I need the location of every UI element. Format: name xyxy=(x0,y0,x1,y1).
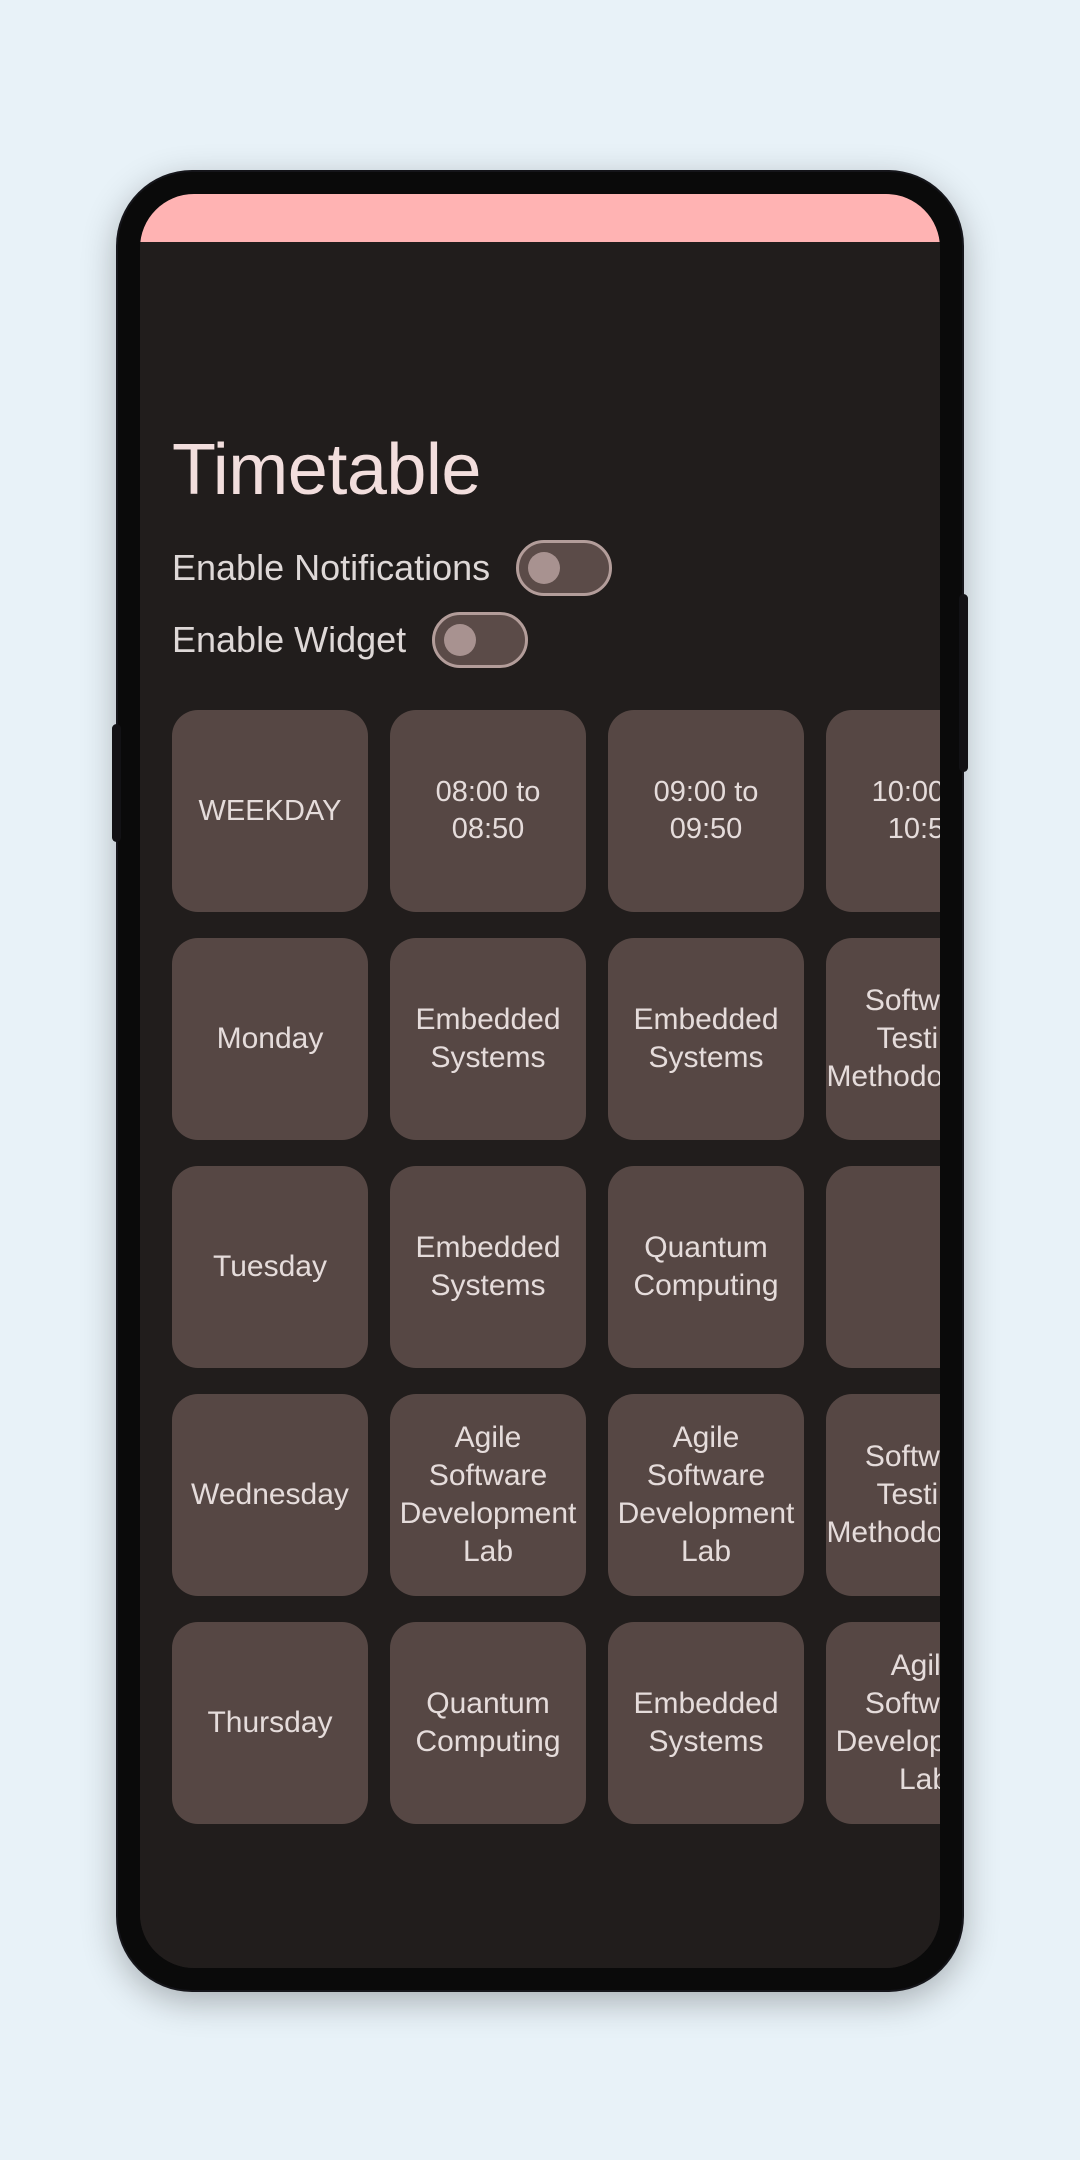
class-cell-monday-3[interactable]: Software Testing Methodologies xyxy=(826,938,940,1140)
timetable-row-tuesday: Tuesday Embedded Systems Quantum Computi… xyxy=(172,1166,940,1368)
enable-notifications-label: Enable Notifications xyxy=(172,547,491,588)
volume-button[interactable] xyxy=(112,724,121,842)
header-cell-slot-3: 10:00 to 10:50 xyxy=(826,710,940,912)
phone-screen: Timetable Enable Notifications Enable Wi… xyxy=(140,194,940,1968)
day-cell-thursday[interactable]: Thursday xyxy=(172,1622,368,1824)
class-cell-wednesday-3[interactable]: Software Testing Methodologies xyxy=(826,1394,940,1596)
cell-label: Wednesday xyxy=(191,1478,349,1512)
toggle-thumb-icon xyxy=(528,552,561,584)
timetable-row-monday: Monday Embedded Systems Embedded Systems… xyxy=(172,938,940,1140)
cell-label: Embedded Systems xyxy=(633,1687,779,1758)
cell-label: Agile Software Development Lab xyxy=(835,1649,940,1796)
enable-notifications-toggle[interactable] xyxy=(516,540,613,596)
class-cell-thursday-3[interactable]: Agile Software Development Lab xyxy=(826,1622,940,1824)
setting-row-enable-notifications[interactable]: Enable Notifications xyxy=(172,532,908,604)
class-cell-monday-1[interactable]: Embedded Systems xyxy=(390,938,586,1140)
class-cell-wednesday-1[interactable]: Agile Software Development Lab xyxy=(390,1394,586,1596)
cell-label: Tuesday xyxy=(213,1250,327,1284)
cell-label: 08:00 to 08:50 xyxy=(435,776,541,845)
cell-label: Software Testing Methodologies xyxy=(826,1440,940,1549)
cell-label: Embedded Systems xyxy=(415,1003,561,1074)
header-cell-slot-2: 09:00 to 09:50 xyxy=(608,710,804,912)
enable-widget-label: Enable Widget xyxy=(172,619,407,660)
cell-label: Agile Software Development Lab xyxy=(617,1421,795,1568)
cell-label: Quantum Computing xyxy=(633,1231,779,1302)
timetable-header-row: WEEKDAY 08:00 to 08:50 09:00 to 09:50 10… xyxy=(172,710,940,912)
class-cell-wednesday-2[interactable]: Agile Software Development Lab xyxy=(608,1394,804,1596)
settings-block: Enable Notifications Enable Widget xyxy=(140,532,940,676)
cell-label: Quantum Computing xyxy=(415,1687,561,1758)
timetable-row-thursday: Thursday Quantum Computing Embedded Syst… xyxy=(172,1622,940,1824)
status-bar xyxy=(140,194,940,242)
page-title: Timetable xyxy=(172,430,481,510)
class-cell-monday-2[interactable]: Embedded Systems xyxy=(608,938,804,1140)
app-body: Timetable Enable Notifications Enable Wi… xyxy=(140,242,940,1968)
timetable-row-wednesday: Wednesday Agile Software Development Lab… xyxy=(172,1394,940,1596)
cell-label: Agile Software Development Lab xyxy=(399,1421,577,1568)
cell-label: WEEKDAY xyxy=(198,794,342,827)
cell-label: 09:00 to 09:50 xyxy=(653,776,759,845)
header-cell-weekday: WEEKDAY xyxy=(172,710,368,912)
day-cell-wednesday[interactable]: Wednesday xyxy=(172,1394,368,1596)
power-button[interactable] xyxy=(959,594,968,772)
cell-label: Software Testing Methodologies xyxy=(826,984,940,1093)
class-cell-thursday-2[interactable]: Embedded Systems xyxy=(608,1622,804,1824)
class-cell-tuesday-3[interactable] xyxy=(826,1166,940,1368)
header-cell-slot-1: 08:00 to 08:50 xyxy=(390,710,586,912)
timetable-grid: WEEKDAY 08:00 to 08:50 09:00 to 09:50 10… xyxy=(140,710,940,1824)
setting-row-enable-widget[interactable]: Enable Widget xyxy=(172,604,908,676)
cell-label: Monday xyxy=(216,1022,324,1056)
phone-frame: Timetable Enable Notifications Enable Wi… xyxy=(112,172,968,1990)
cell-label: 10:00 to 10:50 xyxy=(871,776,940,845)
class-cell-tuesday-2[interactable]: Quantum Computing xyxy=(608,1166,804,1368)
class-cell-tuesday-1[interactable]: Embedded Systems xyxy=(390,1166,586,1368)
cell-label: Thursday xyxy=(207,1706,333,1740)
toggle-thumb-icon xyxy=(444,624,477,656)
cell-label: Embedded Systems xyxy=(633,1003,779,1074)
day-cell-tuesday[interactable]: Tuesday xyxy=(172,1166,368,1368)
enable-widget-toggle[interactable] xyxy=(432,612,529,668)
class-cell-thursday-1[interactable]: Quantum Computing xyxy=(390,1622,586,1824)
day-cell-monday[interactable]: Monday xyxy=(172,938,368,1140)
cell-label: Embedded Systems xyxy=(415,1231,561,1302)
